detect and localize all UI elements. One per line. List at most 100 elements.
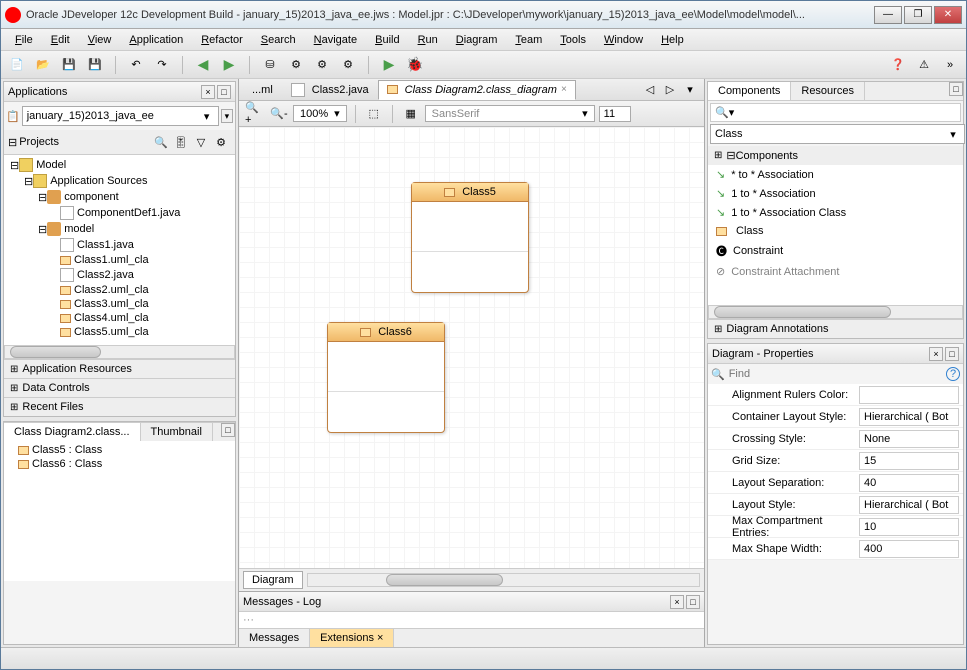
diagram-canvas[interactable]: Class5 Class6 bbox=[239, 127, 704, 568]
component-item[interactable]: ↘* to * Association bbox=[708, 165, 963, 184]
properties-find-input[interactable] bbox=[729, 368, 942, 380]
tree-node-compdef[interactable]: ComponentDef1.java bbox=[6, 205, 233, 221]
help-button[interactable]: ❓ bbox=[888, 55, 908, 75]
messages-tab[interactable]: Messages bbox=[239, 629, 310, 647]
chevron-down-icon[interactable]: ▾ bbox=[582, 107, 588, 120]
prop-value[interactable]: Hierarchical ( Bot bbox=[859, 496, 959, 514]
close-button[interactable]: ✕ bbox=[934, 6, 962, 24]
menu-help[interactable]: Help bbox=[653, 32, 692, 48]
panel-restore-icon[interactable]: □ bbox=[945, 347, 959, 361]
make-button[interactable]: ⚙ bbox=[286, 55, 306, 75]
new-button[interactable]: 📄 bbox=[7, 55, 27, 75]
fontsize-input[interactable]: 11 bbox=[599, 106, 631, 122]
diagram-view-tab[interactable]: Diagram bbox=[243, 571, 303, 589]
editor-tab-active[interactable]: Class Diagram2.class_diagram× bbox=[378, 80, 576, 100]
open-button[interactable]: 📂 bbox=[33, 55, 53, 75]
menu-application[interactable]: Application bbox=[121, 32, 191, 48]
db-button[interactable]: ⛁ bbox=[260, 55, 280, 75]
prop-value[interactable]: Hierarchical ( Bot bbox=[859, 408, 959, 426]
forward-button[interactable]: ▶ bbox=[219, 55, 239, 75]
tree-scrollbar[interactable] bbox=[4, 345, 235, 359]
panel-close-icon[interactable]: × bbox=[201, 85, 215, 99]
zoom-selector[interactable]: 100%▾ bbox=[293, 105, 347, 122]
maximize-button[interactable]: ❐ bbox=[904, 6, 932, 24]
font-selector[interactable]: SansSerif▾ bbox=[425, 105, 595, 122]
tree-node-file[interactable]: Class1.uml_cla bbox=[6, 253, 233, 267]
category-selector[interactable]: Class▾ bbox=[710, 124, 965, 144]
editor-tab[interactable]: Class2.java bbox=[282, 79, 378, 101]
annotations-group[interactable]: Diagram Annotations bbox=[708, 319, 963, 338]
help-icon[interactable]: ? bbox=[946, 367, 960, 381]
canvas-scrollbar[interactable] bbox=[307, 573, 700, 587]
panel-close-icon[interactable]: × bbox=[670, 595, 684, 609]
filter-icon[interactable]: 🎚 bbox=[171, 132, 191, 152]
align-icon[interactable]: ▦ bbox=[401, 104, 421, 124]
class-box-class6[interactable]: Class6 bbox=[327, 322, 445, 433]
section-app-resources[interactable]: Application Resources bbox=[4, 359, 235, 378]
tree-node-file[interactable]: Class1.java bbox=[6, 237, 233, 253]
panel-restore-icon[interactable]: □ bbox=[686, 595, 700, 609]
tab-structure[interactable]: Class Diagram2.class... bbox=[4, 423, 141, 441]
debug-button[interactable]: 🐞 bbox=[405, 55, 425, 75]
sort-icon[interactable]: ▽ bbox=[191, 132, 211, 152]
back-button[interactable]: ◀ bbox=[193, 55, 213, 75]
rebuild-button[interactable]: ⚙ bbox=[312, 55, 332, 75]
resources-tab[interactable]: Resources bbox=[791, 82, 865, 100]
tab-thumbnail[interactable]: Thumbnail bbox=[141, 423, 213, 441]
prop-value-color[interactable] bbox=[859, 386, 959, 404]
clean-button[interactable]: ⚙ bbox=[338, 55, 358, 75]
panel-restore-icon[interactable]: □ bbox=[221, 423, 235, 437]
redo-button[interactable]: ↷ bbox=[152, 55, 172, 75]
component-item[interactable]: ↘1 to * Association bbox=[708, 184, 963, 203]
minimize-button[interactable]: — bbox=[874, 6, 902, 24]
menu-search[interactable]: Search bbox=[253, 32, 304, 48]
tree-node-modelpkg[interactable]: ⊟ model bbox=[6, 221, 233, 237]
tree-node-file[interactable]: Class2.java bbox=[6, 267, 233, 283]
component-item[interactable]: ↘1 to * Association Class bbox=[708, 203, 963, 222]
tree-node-file[interactable]: Class2.uml_cla bbox=[6, 283, 233, 297]
prop-value[interactable]: 10 bbox=[859, 518, 959, 536]
refresh-icon[interactable]: 🔍 bbox=[151, 132, 171, 152]
component-search[interactable]: 🔍▾ bbox=[710, 103, 961, 122]
tree-node-model[interactable]: ⊟ Model bbox=[6, 157, 233, 173]
save-all-button[interactable]: 💾 bbox=[85, 55, 105, 75]
panel-restore-icon[interactable]: □ bbox=[949, 82, 963, 96]
chevron-down-icon[interactable]: ▾ bbox=[334, 107, 340, 120]
panel-restore-icon[interactable]: □ bbox=[217, 85, 231, 99]
save-button[interactable]: 💾 bbox=[59, 55, 79, 75]
section-recent-files[interactable]: Recent Files bbox=[4, 397, 235, 416]
close-tab-icon[interactable]: × bbox=[561, 84, 567, 95]
tab-left-icon[interactable]: ◁ bbox=[640, 80, 660, 100]
menu-team[interactable]: Team bbox=[507, 32, 550, 48]
menu-diagram[interactable]: Diagram bbox=[448, 32, 506, 48]
close-icon[interactable]: × bbox=[377, 632, 383, 644]
components-scrollbar[interactable] bbox=[708, 305, 963, 319]
panel-close-icon[interactable]: × bbox=[929, 347, 943, 361]
editor-tab[interactable]: ...ml bbox=[243, 80, 282, 100]
chevron-down-icon[interactable]: ▾ bbox=[946, 128, 960, 141]
prop-value[interactable]: 400 bbox=[859, 540, 959, 558]
menu-refactor[interactable]: Refactor bbox=[193, 32, 251, 48]
menu-build[interactable]: Build bbox=[367, 32, 407, 48]
menu-tools[interactable]: Tools bbox=[552, 32, 594, 48]
prop-value[interactable]: 40 bbox=[859, 474, 959, 492]
section-data-controls[interactable]: Data Controls bbox=[4, 378, 235, 397]
tree-node-file[interactable]: Class5.uml_cla bbox=[6, 325, 233, 339]
extensions-tab[interactable]: Extensions × bbox=[310, 629, 394, 647]
zoom-in-icon[interactable]: 🔍+ bbox=[245, 104, 265, 124]
components-group[interactable]: ⊟ Components bbox=[708, 146, 963, 165]
component-item[interactable]: ⊘Constraint Attachment bbox=[708, 262, 963, 281]
undo-button[interactable]: ↶ bbox=[126, 55, 146, 75]
structure-item[interactable]: Class5 : Class bbox=[6, 443, 233, 457]
tree-node-appsrc[interactable]: ⊟ Application Sources bbox=[6, 173, 233, 189]
tree-node-file[interactable]: Class4.uml_cla bbox=[6, 311, 233, 325]
prop-value[interactable]: None bbox=[859, 430, 959, 448]
class-box-class5[interactable]: Class5 bbox=[411, 182, 529, 293]
options-icon[interactable]: ⚙ bbox=[211, 132, 231, 152]
menu-edit[interactable]: Edit bbox=[43, 32, 78, 48]
app-menu-button[interactable]: ▾ bbox=[221, 109, 233, 123]
run-button[interactable]: ▶ bbox=[379, 55, 399, 75]
menu-navigate[interactable]: Navigate bbox=[306, 32, 365, 48]
warning-icon[interactable]: ⚠ bbox=[914, 55, 934, 75]
structure-item[interactable]: Class6 : Class bbox=[6, 457, 233, 471]
